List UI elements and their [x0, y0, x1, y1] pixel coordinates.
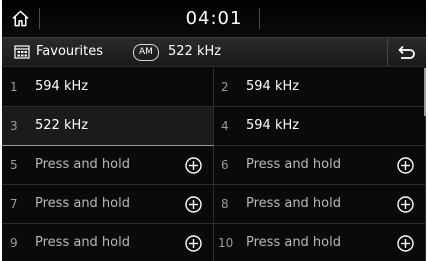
preset-number: 7 [10, 197, 18, 211]
favourites-list-icon [14, 45, 30, 59]
preset-button-1[interactable]: 1 594 kHz [2, 68, 214, 107]
preset-button-2[interactable]: 2 594 kHz [214, 68, 426, 107]
preset-button-3[interactable]: 3 522 kHz [2, 107, 214, 146]
preset-button-6[interactable]: 6 Press and hold [214, 146, 426, 185]
preset-label: Press and hold [246, 196, 341, 211]
page-title: Favourites [36, 44, 103, 59]
preset-button-5[interactable]: 5 Press and hold [2, 146, 214, 185]
preset-button-8[interactable]: 8 Press and hold [214, 185, 426, 224]
preset-number: 2 [221, 80, 229, 94]
preset-number: 1 [10, 80, 18, 94]
preset-label: Press and hold [35, 235, 130, 250]
add-preset-icon [397, 235, 414, 252]
preset-number: 8 [221, 197, 229, 211]
scroll-indicator[interactable] [424, 68, 426, 116]
preset-label: Press and hold [35, 196, 130, 211]
preset-number: 4 [221, 119, 229, 133]
clock: 04:01 [185, 8, 243, 29]
preset-number: 3 [10, 119, 18, 133]
current-frequency: 522 kHz [168, 44, 222, 59]
preset-button-9[interactable]: 9 Press and hold [2, 224, 214, 261]
preset-button-7[interactable]: 7 Press and hold [2, 185, 214, 224]
back-arrow-icon [398, 45, 415, 59]
preset-button-4[interactable]: 4 594 kHz [214, 107, 426, 146]
preset-button-10[interactable]: 10 Press and hold [214, 224, 426, 261]
preset-number: 9 [10, 236, 18, 250]
radio-favourites-screen: 04:01 Favourites AM 522 kHz 1 594 kHz 2 … [2, 0, 426, 261]
preset-label: Press and hold [246, 235, 341, 250]
add-preset-icon [397, 196, 414, 213]
preset-number: 5 [10, 158, 18, 172]
preset-label: Press and hold [246, 157, 341, 172]
preset-label: 522 kHz [35, 118, 89, 133]
add-preset-icon [185, 157, 202, 174]
add-preset-icon [397, 157, 414, 174]
band-badge: AM [133, 44, 159, 61]
preset-label: 594 kHz [246, 118, 300, 133]
preset-grid: 1 594 kHz 2 594 kHz 3 522 kHz 4 594 kHz … [2, 68, 426, 261]
header-bar: Favourites AM 522 kHz [2, 37, 426, 67]
add-preset-icon [185, 235, 202, 252]
back-button[interactable] [387, 38, 426, 66]
preset-label: 594 kHz [35, 79, 89, 94]
add-preset-icon [185, 196, 202, 213]
preset-label: 594 kHz [246, 79, 300, 94]
preset-label: Press and hold [35, 157, 130, 172]
status-divider [259, 8, 260, 29]
preset-number: 6 [221, 158, 229, 172]
status-bar: 04:01 [2, 0, 426, 37]
preset-number: 10 [218, 236, 234, 250]
